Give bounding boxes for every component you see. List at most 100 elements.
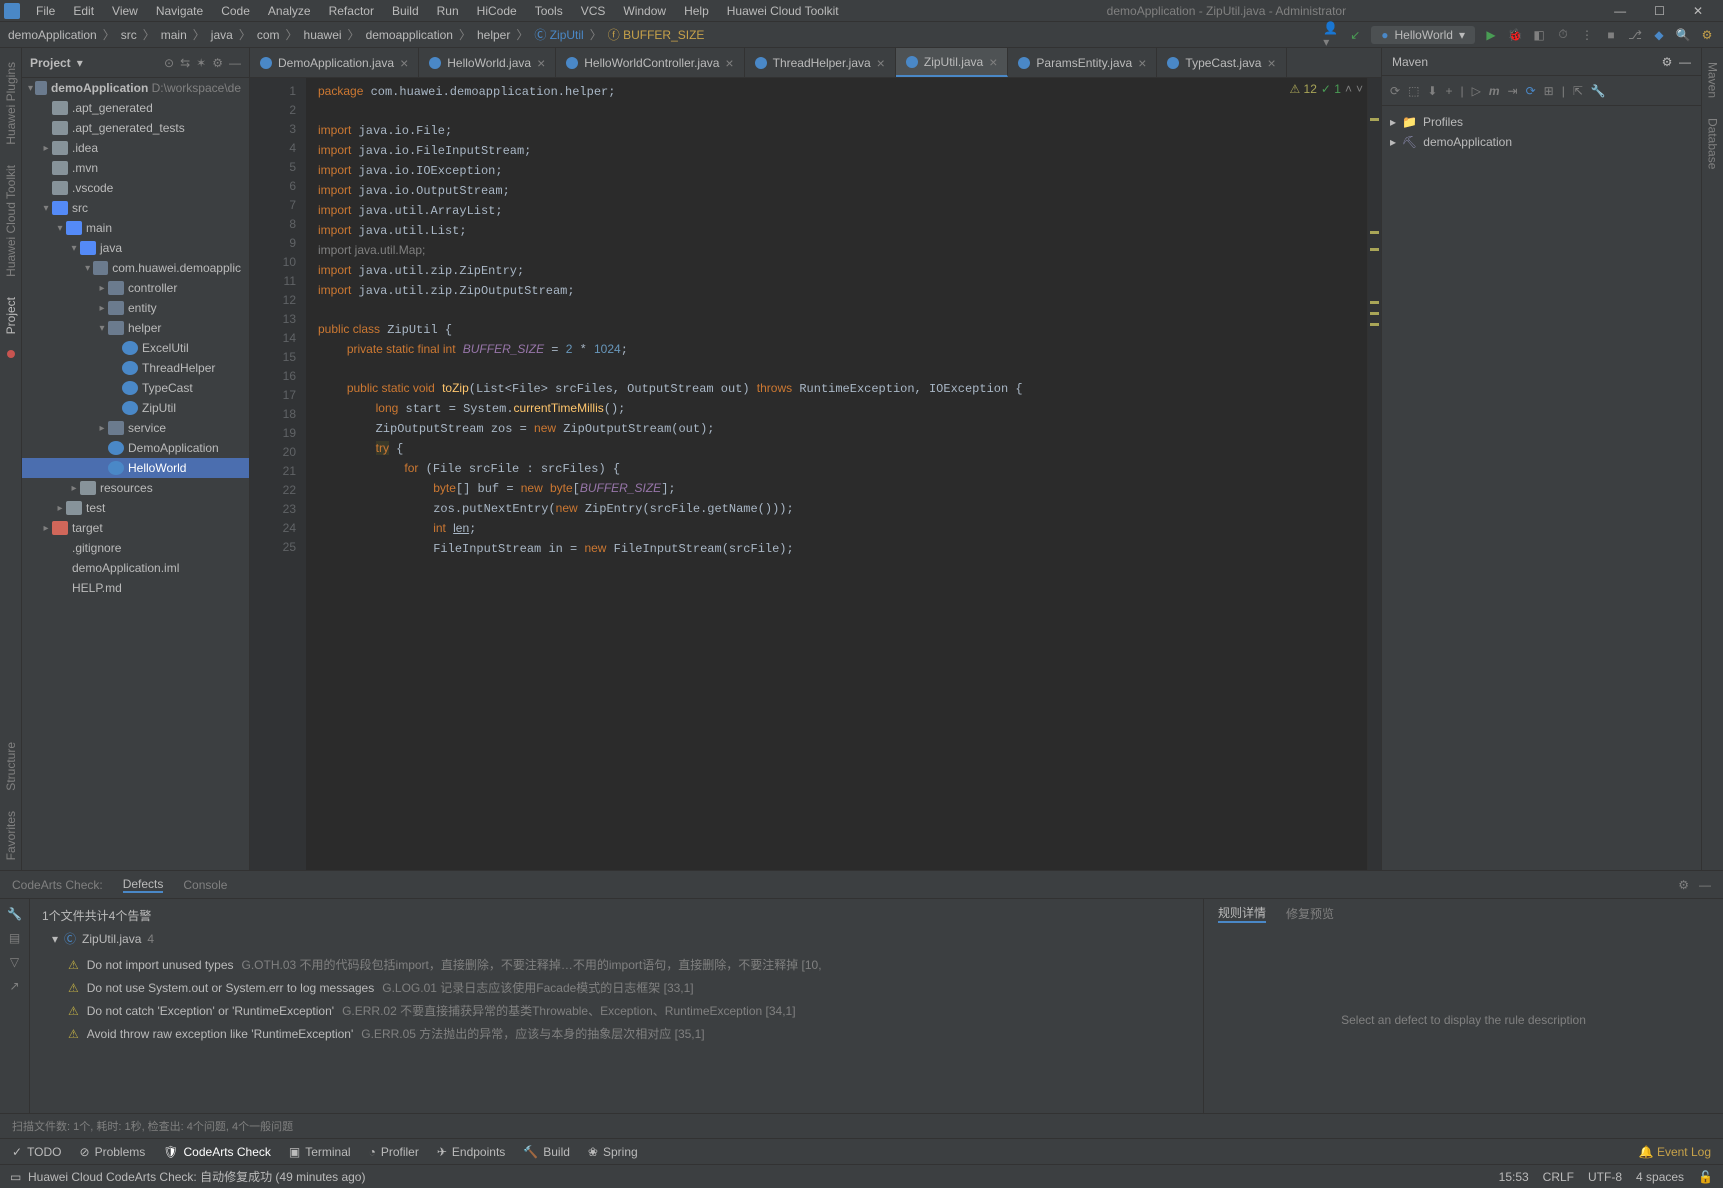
tree-node[interactable]: .gitignore: [22, 538, 249, 558]
add-icon[interactable]: +: [1445, 84, 1452, 98]
readonly-icon[interactable]: 🔓: [1698, 1170, 1713, 1184]
tab-threadhelper[interactable]: ThreadHelper.java×: [745, 48, 896, 77]
menu-tools[interactable]: Tools: [527, 2, 571, 20]
collapse-icon[interactable]: ✶: [196, 56, 206, 70]
more-icon[interactable]: ⋮: [1579, 27, 1595, 43]
collapse-icon[interactable]: ⇱: [1573, 84, 1583, 98]
maven-tab[interactable]: Maven: [1704, 52, 1722, 108]
layout-icon[interactable]: ▤: [9, 931, 20, 945]
settings-icon[interactable]: ⚙: [1699, 27, 1715, 43]
menu-build[interactable]: Build: [384, 2, 427, 20]
generate-icon[interactable]: ⬚: [1408, 84, 1419, 98]
event-log-tool[interactable]: 🔔 Event Log: [1639, 1145, 1711, 1159]
select-opened-icon[interactable]: ⊙: [164, 56, 174, 70]
tab-helloworld[interactable]: HelloWorld.java×: [419, 48, 556, 77]
menu-file[interactable]: File: [28, 2, 63, 20]
tree-node[interactable]: .mvn: [22, 158, 249, 178]
close-icon[interactable]: ×: [725, 55, 733, 71]
code-area[interactable]: package com.huawei.demoapplication.helpe…: [306, 78, 1367, 870]
crumb[interactable]: ⓕ BUFFER_SIZE: [608, 26, 705, 43]
maven-profiles[interactable]: ▸📁Profiles: [1390, 112, 1693, 132]
line-separator[interactable]: CRLF: [1543, 1170, 1574, 1184]
tree-node[interactable]: TypeCast: [22, 378, 249, 398]
caret-position[interactable]: 15:53: [1499, 1170, 1529, 1184]
close-icon[interactable]: ✕: [1685, 2, 1711, 20]
inspection-widget[interactable]: ⚠ 12 ✓ 1 ˄˅: [1289, 82, 1363, 96]
crumb[interactable]: huawei: [304, 28, 342, 42]
hide-icon[interactable]: —: [1699, 878, 1711, 892]
tree-node[interactable]: DemoApplication: [22, 438, 249, 458]
run-config-dropdown[interactable]: ●HelloWorld▾: [1371, 26, 1475, 44]
crumb[interactable]: helper: [477, 28, 510, 42]
gear-icon[interactable]: ⚙: [1678, 878, 1689, 892]
tree-node[interactable]: resources: [22, 478, 249, 498]
tree-node[interactable]: controller: [22, 278, 249, 298]
offline-icon[interactable]: ⟳: [1526, 84, 1536, 98]
build-tool[interactable]: 🔨 Build: [523, 1145, 570, 1159]
favorites-tab[interactable]: Favorites: [2, 801, 20, 870]
tree-node[interactable]: .idea: [22, 138, 249, 158]
skip-tests-icon[interactable]: ⇥: [1508, 84, 1518, 98]
tree-node[interactable]: ThreadHelper: [22, 358, 249, 378]
debug-icon[interactable]: 🐞: [1507, 27, 1523, 43]
tree-node[interactable]: src: [22, 198, 249, 218]
maximize-icon[interactable]: ☐: [1646, 2, 1673, 20]
fix-preview-tab[interactable]: 修复预览: [1286, 905, 1334, 922]
status-corner-icon[interactable]: ▭: [10, 1170, 21, 1184]
project-tree[interactable]: demoApplication D:\workspace\de .apt_gen…: [22, 78, 249, 870]
close-icon[interactable]: ×: [400, 55, 408, 71]
problems-tool[interactable]: ⊘ Problems: [80, 1145, 146, 1159]
console-tab[interactable]: Console: [183, 878, 227, 892]
database-tab[interactable]: Database: [1704, 108, 1722, 179]
menu-code[interactable]: Code: [213, 2, 258, 20]
menu-analyze[interactable]: Analyze: [260, 2, 319, 20]
project-tab[interactable]: Project: [2, 287, 20, 344]
file-encoding[interactable]: UTF-8: [1588, 1170, 1622, 1184]
menu-huawei[interactable]: Huawei Cloud Toolkit: [719, 2, 847, 20]
defects-tab[interactable]: Defects: [123, 877, 164, 893]
tree-node[interactable]: .apt_generated: [22, 98, 249, 118]
close-icon[interactable]: ×: [537, 55, 545, 71]
search-icon[interactable]: 🔍: [1675, 27, 1691, 43]
close-icon[interactable]: ×: [1267, 55, 1275, 71]
close-icon[interactable]: ×: [989, 54, 997, 70]
crumb[interactable]: demoApplication: [8, 28, 97, 42]
menu-edit[interactable]: Edit: [65, 2, 102, 20]
editor-body[interactable]: 1234567891011121314151617181920212223242…: [250, 78, 1381, 870]
tree-node[interactable]: .apt_generated_tests: [22, 118, 249, 138]
gear-icon[interactable]: ⚙: [1662, 55, 1673, 69]
menu-refactor[interactable]: Refactor: [321, 2, 382, 20]
tree-node[interactable]: demoApplication.iml: [22, 558, 249, 578]
crumb[interactable]: src: [121, 28, 137, 42]
menu-vcs[interactable]: VCS: [573, 2, 614, 20]
endpoints-tool[interactable]: ✈ Endpoints: [437, 1145, 505, 1159]
user-icon[interactable]: 👤▾: [1323, 27, 1339, 43]
spring-tool[interactable]: ❀ Spring: [588, 1145, 638, 1159]
defect-row[interactable]: ⚠Avoid throw raw exception like 'Runtime…: [42, 1022, 1191, 1045]
menu-view[interactable]: View: [104, 2, 146, 20]
gear-icon[interactable]: ⚙: [212, 56, 223, 70]
show-deps-icon[interactable]: ⊞: [1544, 84, 1554, 98]
crumb[interactable]: Ⓒ ZipUtil: [534, 26, 583, 43]
crumb[interactable]: demoapplication: [366, 28, 453, 42]
todo-tool[interactable]: ✓ TODO: [12, 1145, 62, 1159]
coverage-icon[interactable]: ◧: [1531, 27, 1547, 43]
codearts-check-tool[interactable]: 🛡 CodeArts Check: [163, 1145, 271, 1159]
run-icon[interactable]: ▶: [1483, 27, 1499, 43]
expand-icon[interactable]: ⇆: [180, 56, 190, 70]
marker-bar[interactable]: [1367, 78, 1381, 870]
tab-paramsentity[interactable]: ParamsEntity.java×: [1008, 48, 1157, 77]
profile-icon[interactable]: ⏱: [1555, 27, 1571, 43]
menu-help[interactable]: Help: [676, 2, 717, 20]
reload-icon[interactable]: ⟳: [1390, 84, 1400, 98]
crumb[interactable]: main: [161, 28, 187, 42]
indent-info[interactable]: 4 spaces: [1636, 1170, 1684, 1184]
wrench-icon[interactable]: 🔧: [1591, 84, 1606, 98]
tab-typecast[interactable]: TypeCast.java×: [1157, 48, 1286, 77]
tree-node[interactable]: HELP.md: [22, 578, 249, 598]
crumb[interactable]: com: [257, 28, 280, 42]
menu-run[interactable]: Run: [429, 2, 467, 20]
hide-icon[interactable]: —: [1679, 55, 1691, 69]
wrench-icon[interactable]: 🔧: [7, 907, 22, 921]
structure-tab[interactable]: Structure: [2, 732, 20, 801]
